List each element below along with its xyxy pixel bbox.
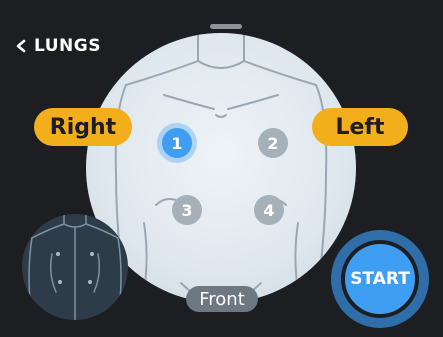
start-button[interactable]: START	[341, 240, 419, 318]
chevron-left-icon	[16, 39, 26, 53]
point-label: 3	[181, 200, 193, 220]
right-side-label: Right	[34, 108, 132, 146]
view-toggle-label[interactable]: Front	[186, 286, 258, 312]
torso-back-icon	[28, 214, 122, 320]
point-label: 1	[171, 133, 183, 153]
app-screen: LUNGS 1 2 3 4 Right Left Front START	[0, 0, 443, 337]
auscultation-point-3[interactable]: 3	[172, 195, 202, 225]
back-view-thumbnail[interactable]	[22, 214, 128, 320]
start-button-ring: START	[331, 230, 429, 328]
drag-handle[interactable]	[210, 24, 242, 29]
auscultation-point-4[interactable]: 4	[254, 195, 284, 225]
auscultation-point-2[interactable]: 2	[258, 128, 288, 158]
auscultation-point-1[interactable]: 1	[162, 128, 192, 158]
left-side-label: Left	[312, 108, 408, 146]
point-label: 4	[263, 200, 275, 220]
point-label: 2	[267, 133, 279, 153]
